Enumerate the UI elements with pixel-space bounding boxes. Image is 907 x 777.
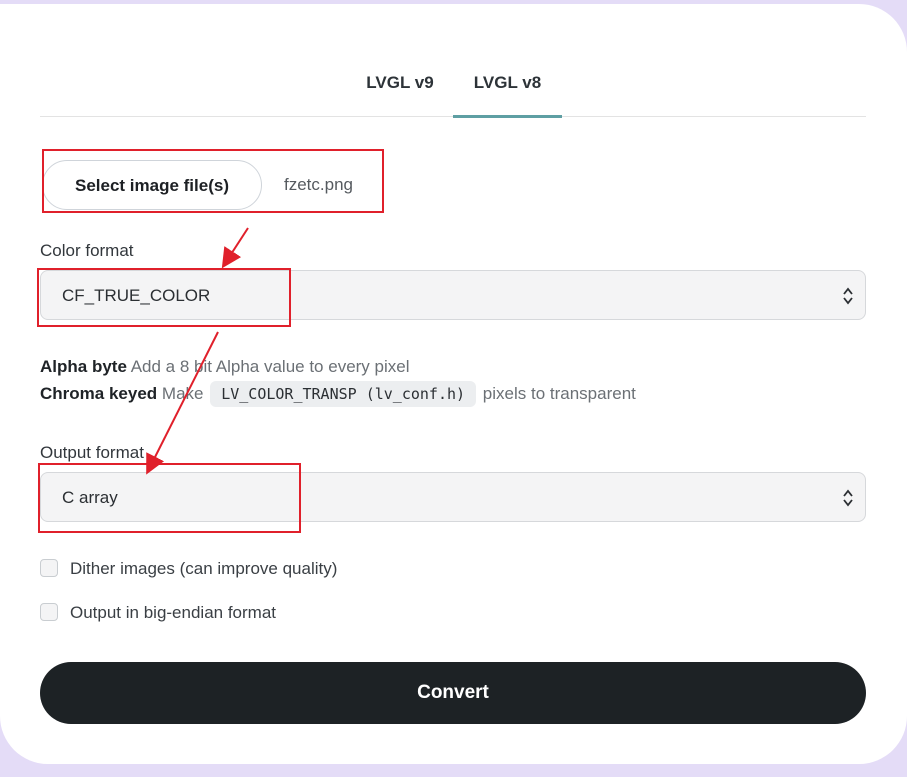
color-format-value: CF_TRUE_COLOR [62, 286, 211, 305]
select-arrows-icon [843, 287, 853, 305]
alpha-byte-description: Alpha byte Add a 8 bit Alpha value to ev… [40, 357, 410, 377]
convert-button[interactable]: Convert [40, 662, 866, 724]
chroma-keyed-description: Chroma keyed Make LV_COLOR_TRANSP (lv_co… [40, 381, 636, 407]
select-file-button[interactable]: Select image file(s) [42, 160, 262, 210]
alpha-byte-text: Add a 8 bit Alpha value to every pixel [130, 357, 410, 376]
select-arrows-icon [843, 489, 853, 507]
color-format-label: Color format [40, 241, 134, 260]
selected-file-name: fzetc.png [284, 175, 353, 194]
big-endian-label: Output in big-endian format [70, 603, 277, 622]
chroma-keyed-title: Chroma keyed [40, 384, 158, 403]
output-format-select[interactable]: C array [40, 472, 866, 522]
color-format-select[interactable]: CF_TRUE_COLOR [40, 270, 866, 320]
tab-lvgl-v9[interactable]: LVGL v9 [350, 48, 450, 116]
big-endian-checkbox[interactable] [40, 603, 58, 621]
chroma-keyed-post: pixels to transparent [482, 384, 636, 403]
converter-card: LVGL v9 LVGL v8 Select image file(s) fze… [0, 4, 907, 764]
chroma-keyed-pre: Make [161, 384, 204, 403]
chroma-keyed-code: LV_COLOR_TRANSP (lv_conf.h) [210, 381, 477, 407]
alpha-byte-title: Alpha byte [40, 357, 127, 376]
dither-label: Dither images (can improve quality) [70, 559, 338, 578]
tab-lvgl-v8[interactable]: LVGL v8 [453, 48, 562, 118]
output-format-value: C array [62, 488, 118, 507]
output-format-label: Output format [40, 443, 144, 462]
dither-checkbox[interactable] [40, 559, 58, 577]
version-tabs: LVGL v9 LVGL v8 [40, 48, 866, 118]
